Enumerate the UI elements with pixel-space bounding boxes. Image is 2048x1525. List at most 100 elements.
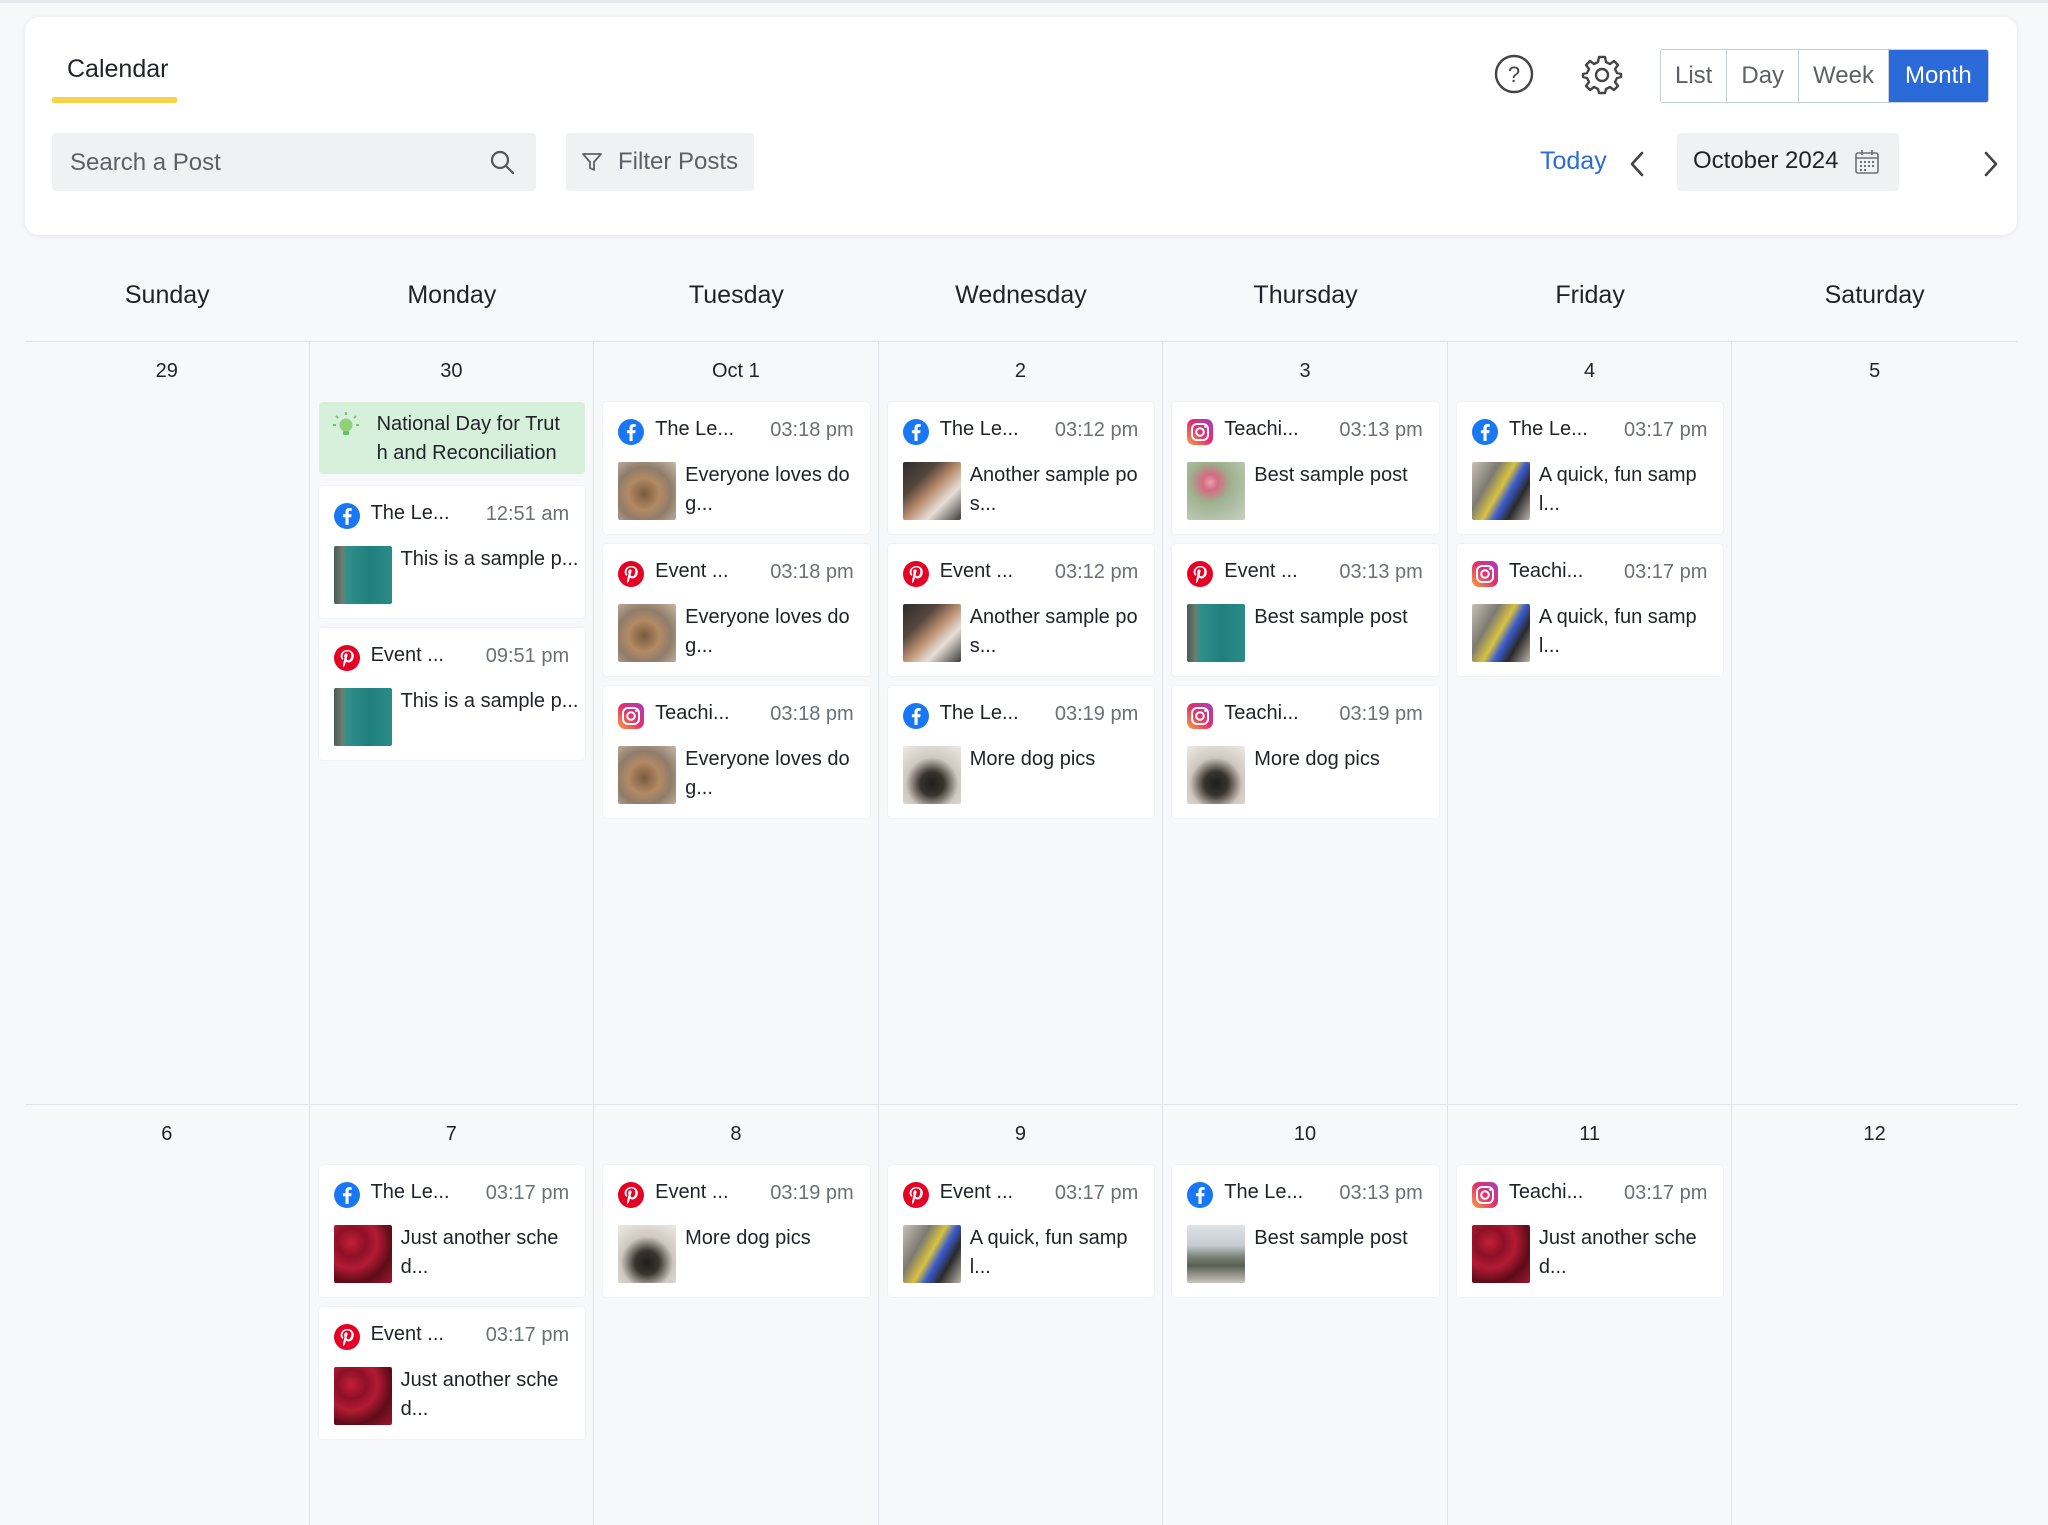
post-card[interactable]: The Le... 12:51 am This is a sample p...: [318, 486, 586, 618]
svg-text:?: ?: [1508, 62, 1520, 87]
post-account-name: The Le...: [1224, 1181, 1304, 1203]
pinterest-icon: [617, 560, 645, 588]
post-time: 03:12 pm: [1054, 419, 1139, 441]
gear-icon[interactable]: [1581, 53, 1623, 95]
day-cell-4[interactable]: 4 The Le... 03:17 pm A quick, fun samp l...…: [1448, 342, 1733, 1104]
instagram-icon: [1186, 702, 1214, 730]
post-preview-text: Everyone loves do g...: [685, 464, 850, 515]
post-thumbnail: [1187, 746, 1246, 804]
day-cell-30[interactable]: 30 National Day for Trut h and Reconcilia…: [310, 342, 595, 1104]
post-time: 03:18 pm: [770, 703, 854, 725]
view-list-button[interactable]: List: [1661, 50, 1728, 102]
holiday-badge[interactable]: National Day for Trut h and Reconciliati…: [318, 402, 586, 474]
search-icon[interactable]: [488, 148, 516, 176]
day-cell-10[interactable]: 10 The Le... 03:13 pm Best sample post: [1163, 1105, 1448, 1525]
post-card[interactable]: Event ... 03:18 pm Everyone loves do g...: [603, 544, 870, 676]
month-grid: 29 30 National Day for Trut h and Reconcil…: [25, 342, 2017, 1525]
post-card[interactable]: Event ... 03:17 pm Just another sche d...: [318, 1307, 586, 1439]
post-card[interactable]: Event ... 03:17 pm A quick, fun samp l...: [887, 1165, 1155, 1297]
post-account-name: The Le...: [1508, 418, 1588, 440]
post-card[interactable]: The Le... 03:13 pm Best sample post: [1172, 1165, 1439, 1297]
day-cell-9[interactable]: 9 Event ... 03:17 pm A quick, fun samp l...: [879, 1105, 1164, 1525]
instagram-icon: [1471, 1181, 1499, 1209]
post-card[interactable]: Event ... 03:19 pm More dog pics: [603, 1165, 870, 1297]
post-time: 03:19 pm: [1339, 703, 1423, 725]
search-input[interactable]: [68, 133, 472, 193]
day-cell-8[interactable]: 8 Event ... 03:19 pm More dog pics: [594, 1105, 879, 1525]
post-thumbnail: [1471, 462, 1530, 520]
holiday-label: National Day for Trut h and Reconciliati…: [376, 413, 560, 464]
day-cell-12[interactable]: 12: [1732, 1105, 2017, 1525]
post-preview-text: Another sample po s...: [969, 464, 1138, 515]
month-picker[interactable]: October 2024: [1677, 133, 1899, 191]
post-preview-text: Just another sche d...: [400, 1369, 559, 1420]
post-card[interactable]: Teachi... 03:18 pm Everyone loves do g...: [603, 686, 870, 818]
post-account-name: The Le...: [655, 418, 735, 440]
post-time: 03:19 pm: [770, 1182, 854, 1204]
post-thumbnail: [902, 604, 961, 662]
post-account-name: Event ...: [939, 1181, 1014, 1203]
post-time: 03:19 pm: [1054, 703, 1139, 725]
facebook-icon: [1471, 418, 1499, 446]
post-account-name: Event ...: [655, 560, 729, 582]
chevron-left-icon[interactable]: [1627, 149, 1647, 179]
post-preview-text: A quick, fun samp l...: [1538, 606, 1697, 657]
post-card[interactable]: Teachi... 03:17 pm A quick, fun samp l...: [1456, 544, 1724, 676]
post-account-name: Teachi...: [1224, 418, 1299, 440]
post-card[interactable]: Event ... 03:13 pm Best sample post: [1172, 544, 1439, 676]
post-card[interactable]: The Le... 03:17 pm Just another sche d...: [318, 1165, 586, 1297]
day-number: 6: [161, 1123, 173, 1145]
post-preview-text: More dog pics: [1254, 748, 1380, 770]
day-cell-5[interactable]: 5: [1732, 342, 2017, 1104]
post-card[interactable]: The Le... 03:19 pm More dog pics: [887, 686, 1155, 818]
pinterest-icon: [902, 560, 930, 588]
post-account-name: The Le...: [939, 702, 1019, 724]
chevron-right-icon[interactable]: [1981, 149, 2001, 179]
filter-posts-button[interactable]: Filter Posts: [566, 133, 754, 191]
help-icon[interactable]: ?: [1493, 53, 1535, 95]
instagram-icon: [617, 702, 645, 730]
post-account-name: Event ...: [370, 1323, 444, 1345]
pinterest-icon: [617, 1181, 645, 1209]
weekday-sunday: Sunday: [124, 281, 210, 309]
instagram-icon: [1186, 418, 1214, 446]
view-day-button[interactable]: Day: [1727, 50, 1800, 102]
tab-calendar[interactable]: Calendar: [67, 55, 168, 84]
day-cell-3[interactable]: 3 Teachi... 03:13 pm Best sample post Event …: [1163, 342, 1448, 1104]
post-thumbnail: [618, 1225, 677, 1283]
post-card[interactable]: Event ... 03:12 pm Another sample po s...: [887, 544, 1155, 676]
instagram-icon: [1471, 560, 1499, 588]
day-cell-11[interactable]: 11 Teachi... 03:17 pm Just another sche d..…: [1448, 1105, 1733, 1525]
day-cell-2[interactable]: 2 The Le... 03:12 pm Another sample po s...…: [879, 342, 1164, 1104]
post-preview-text: Best sample post: [1254, 464, 1408, 486]
post-card[interactable]: Event ... 09:51 pm This is a sample p...: [318, 628, 586, 760]
calendar-icon[interactable]: [1853, 148, 1881, 176]
post-preview-text: Everyone loves do g...: [685, 748, 850, 799]
day-number: 4: [1584, 360, 1596, 382]
pinterest-icon: [1186, 560, 1214, 588]
post-thumbnail: [902, 462, 961, 520]
post-card[interactable]: The Le... 03:18 pm Everyone loves do g...: [603, 402, 870, 534]
post-thumbnail: [333, 1225, 392, 1283]
day-cell-29[interactable]: 29: [25, 342, 310, 1104]
post-preview-text: Everyone loves do g...: [685, 606, 850, 657]
post-card[interactable]: The Le... 03:12 pm Another sample po s...: [887, 402, 1155, 534]
post-preview-text: This is a sample p...: [400, 548, 579, 570]
weekday-friday: Friday: [1555, 281, 1625, 309]
day-cell-6[interactable]: 6: [25, 1105, 310, 1525]
post-card[interactable]: The Le... 03:17 pm A quick, fun samp l...: [1456, 402, 1724, 534]
view-week-button[interactable]: Week: [1799, 50, 1889, 102]
post-thumbnail: [1471, 604, 1530, 662]
post-account-name: Event ...: [939, 560, 1014, 582]
today-button[interactable]: Today: [1540, 147, 1607, 176]
active-tab-indicator: [52, 97, 177, 103]
day-cell-7[interactable]: 7 The Le... 03:17 pm Just another sche d...…: [310, 1105, 595, 1525]
facebook-icon: [1186, 1181, 1214, 1209]
post-time: 03:18 pm: [770, 419, 854, 441]
post-thumbnail: [1187, 1225, 1246, 1283]
day-cell-oct-1[interactable]: Oct 1 The Le... 03:18 pm Everyone loves do …: [594, 342, 879, 1104]
post-card[interactable]: Teachi... 03:13 pm Best sample post: [1172, 402, 1439, 534]
post-card[interactable]: Teachi... 03:17 pm Just another sche d...: [1456, 1165, 1724, 1297]
post-card[interactable]: Teachi... 03:19 pm More dog pics: [1172, 686, 1439, 818]
view-month-button[interactable]: Month: [1888, 50, 1988, 102]
